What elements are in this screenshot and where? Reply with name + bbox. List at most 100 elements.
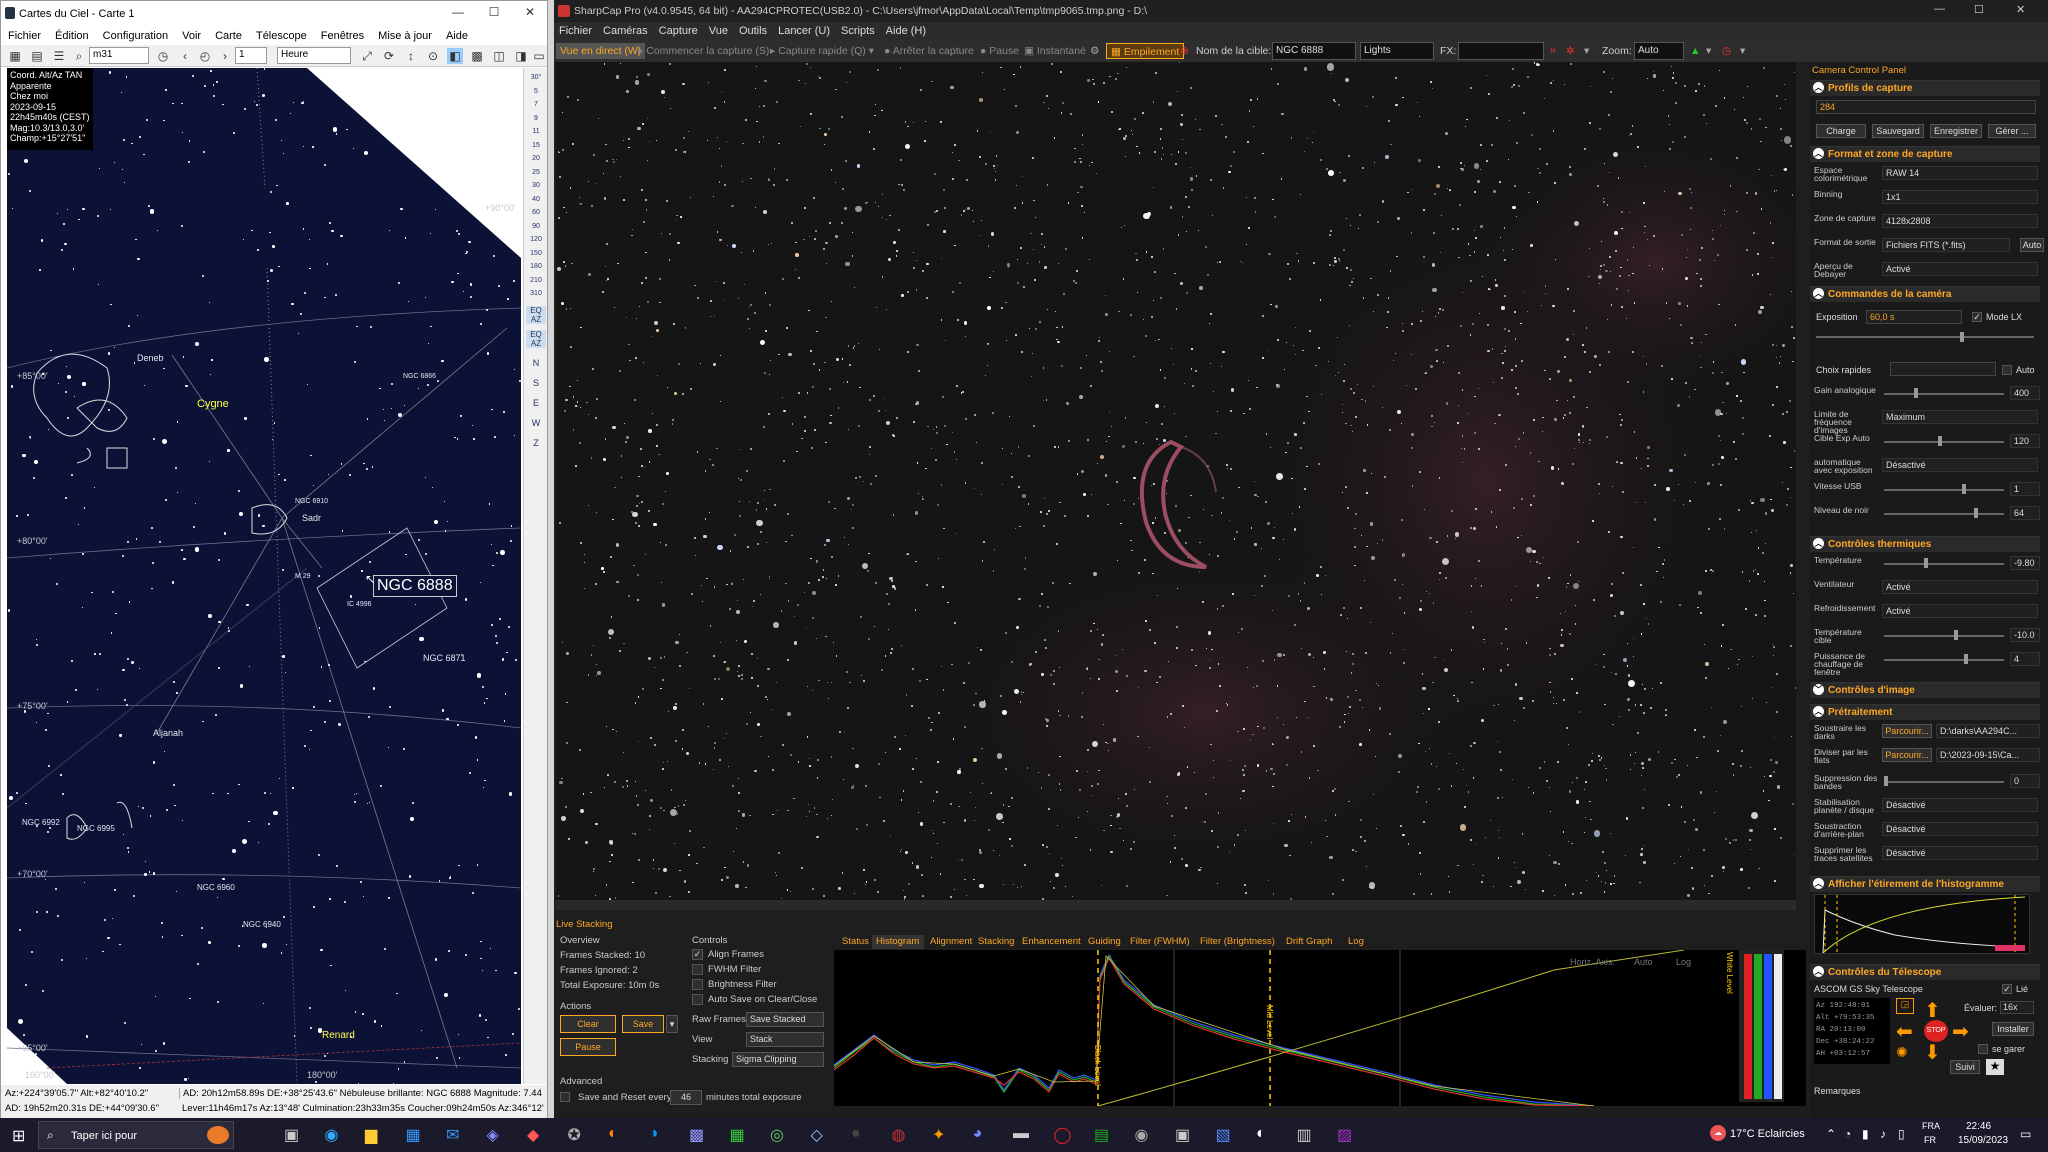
sun-icon[interactable]: ✺ (1896, 1044, 1908, 1061)
stacking-tab[interactable]: Histogram (872, 935, 924, 949)
menu-item[interactable]: Fenêtres (314, 27, 371, 42)
object-search-input[interactable]: m31 (89, 47, 149, 64)
arrow-right-icon[interactable]: ➡ (1952, 1019, 1969, 1044)
menu-item[interactable]: Télescope (249, 27, 314, 42)
panel-icon[interactable]: ▭ (531, 48, 547, 64)
time-unit-select[interactable]: Heure (277, 47, 351, 64)
excel-icon[interactable]: ▤ (1094, 1125, 1109, 1145)
zoom-icon[interactable]: ◲ (1896, 998, 1914, 1014)
stacking-tab[interactable]: Filter (FWHM) (1126, 935, 1194, 949)
thermal-value-input[interactable]: -10.0 (2010, 628, 2040, 642)
menu-item[interactable]: Outils (734, 22, 773, 37)
stacking-tab[interactable]: Stacking (974, 935, 1016, 949)
opera-icon[interactable]: ◯ (1054, 1125, 1072, 1145)
stacking-select[interactable]: Sigma Clipping (732, 1052, 824, 1067)
save-as-profile-button[interactable]: Enregistrer (1930, 124, 1982, 138)
arrow-left-icon[interactable]: ⬅ (1896, 1019, 1913, 1044)
time-reset-icon[interactable]: ◴ (197, 48, 213, 64)
quick-choice-select[interactable] (1890, 362, 1996, 376)
mode-lx-checkbox[interactable]: ✓ (1972, 312, 1982, 322)
field-scale-button[interactable]: 180 (526, 263, 546, 270)
reticle-cross-icon[interactable]: ✲ (1566, 43, 1575, 59)
app-icon[interactable]: ● (851, 1125, 861, 1143)
thermal-value-input[interactable]: 4 (2010, 652, 2040, 666)
stacking-tab[interactable]: Alignment (926, 935, 972, 949)
menu-item[interactable]: Scripts (836, 22, 881, 37)
telescope-icon[interactable]: ◨ (513, 48, 529, 64)
menu-item[interactable]: Fichier (554, 22, 598, 37)
selected-object-label[interactable]: NGC 6888 (373, 575, 457, 597)
book-icon[interactable]: ▤ (29, 48, 45, 64)
raw-frames-select[interactable]: Save Stacked (746, 1012, 824, 1027)
view-select[interactable]: Stack (746, 1032, 824, 1047)
forward-icon[interactable]: › (217, 48, 233, 64)
zoom-fit-icon[interactable]: ⤢ (359, 48, 375, 64)
rotate-icon[interactable]: ⟳ (381, 48, 397, 64)
load-profile-button[interactable]: Charge (1816, 124, 1866, 138)
north-button[interactable]: N (526, 358, 546, 368)
zenith-button[interactable]: Z (526, 438, 546, 448)
stacking-tab[interactable]: Log (1344, 935, 1372, 949)
app-icon[interactable]: ▣ (1175, 1125, 1190, 1145)
camera-row-select[interactable]: Désactivé (1882, 458, 2038, 472)
app-icon[interactable]: ◆ (527, 1125, 539, 1145)
tracking-button[interactable]: Suivi (1950, 1060, 1980, 1074)
exposure-input[interactable]: 60,0 s (1866, 310, 1962, 324)
live-image-view[interactable] (556, 62, 1796, 900)
calibration-file-select[interactable]: D:\2023-09-15\Ca... (1936, 748, 2040, 762)
dropdown-icon[interactable]: ▾ (1740, 43, 1745, 59)
image-scrollbar[interactable] (556, 900, 1796, 910)
stacking-tab[interactable]: Drift Graph (1282, 935, 1342, 949)
clock-date[interactable]: 15/09/2023 (1958, 1135, 2008, 1146)
menu-item[interactable]: Configuration (96, 27, 175, 42)
target-name-input[interactable]: NGC 6888 (1272, 42, 1356, 60)
auto-save-checkbox[interactable] (692, 994, 703, 1005)
stretch-graph[interactable] (1814, 894, 2030, 955)
firefox-icon[interactable]: ◐ (608, 1125, 618, 1143)
field-scale-button[interactable]: 15 (526, 142, 546, 149)
close-icon[interactable]: ✕ (2016, 3, 2025, 16)
format-row-select[interactable]: Activé (1882, 262, 2038, 276)
banding-slider[interactable] (1884, 781, 2004, 783)
frame-type-select[interactable]: Lights (1360, 42, 1434, 60)
thermal-section-header[interactable]: ︿ Contrôles thermiques (1810, 536, 2040, 552)
zoom-select[interactable]: Auto (1634, 42, 1684, 60)
live-view-button[interactable]: Vue en direct (W) (556, 43, 646, 59)
format-row-select[interactable]: 4128x2808 (1882, 214, 2038, 228)
thermal-slider-knob[interactable] (1924, 558, 1928, 568)
thermal-row-select[interactable]: Activé (1882, 580, 2038, 594)
star-icon[interactable]: ★ (1986, 1059, 2004, 1075)
browse-button[interactable]: Parcourir... (1882, 748, 1932, 762)
image-section-header[interactable]: ﹀ Contrôles d'image (1810, 682, 2040, 698)
eq-az-toggle[interactable]: EQ AZ (526, 306, 546, 324)
menu-item[interactable]: Carte (208, 27, 249, 42)
stacking-tab[interactable]: Guiding (1084, 935, 1124, 949)
menu-item[interactable]: Édition (48, 27, 96, 42)
eq-grid-icon[interactable]: ◫ (491, 48, 507, 64)
app-icon[interactable]: ◑ (649, 1125, 659, 1143)
camera-value-input[interactable]: 1 (2010, 482, 2040, 496)
stop-slew-button[interactable]: STOP (1924, 1020, 1948, 1042)
stacking-tab[interactable]: Status (838, 935, 870, 949)
taskbar-search[interactable]: ⌕ Taper ici pour (38, 1121, 234, 1149)
pause-stack-button[interactable]: Pause (560, 1038, 616, 1056)
app-icon[interactable]: ▩ (689, 1125, 704, 1145)
az-eq-toggle[interactable]: EQ AZ (526, 330, 546, 348)
list-icon[interactable]: ☰ (51, 48, 67, 64)
app-icon[interactable]: ✦ (932, 1125, 945, 1145)
menu-item[interactable]: Fichier (1, 27, 48, 42)
time-step-input[interactable]: 1 (235, 47, 267, 64)
battery-icon[interactable]: ▮ (1862, 1127, 1869, 1141)
windows-start-icon[interactable]: ⊞ (12, 1126, 25, 1146)
app-icon[interactable]: ◇ (811, 1125, 823, 1145)
save-reset-checkbox[interactable] (560, 1092, 570, 1102)
field-scale-button[interactable]: 40 (526, 196, 546, 203)
app-icon[interactable]: ◐ (1256, 1125, 1266, 1143)
field-scale-button[interactable]: 7 (526, 101, 546, 108)
camera-slider[interactable] (1884, 513, 2004, 515)
flip-icon[interactable]: ↕ (403, 48, 419, 64)
quick-capture-button[interactable]: ▸ Capture rapide (Q) ▾ (770, 43, 874, 59)
field-scale-button[interactable]: 120 (526, 236, 546, 243)
altaz-icon[interactable]: ◧ (447, 48, 463, 64)
maximize-icon[interactable]: ☐ (479, 5, 509, 23)
